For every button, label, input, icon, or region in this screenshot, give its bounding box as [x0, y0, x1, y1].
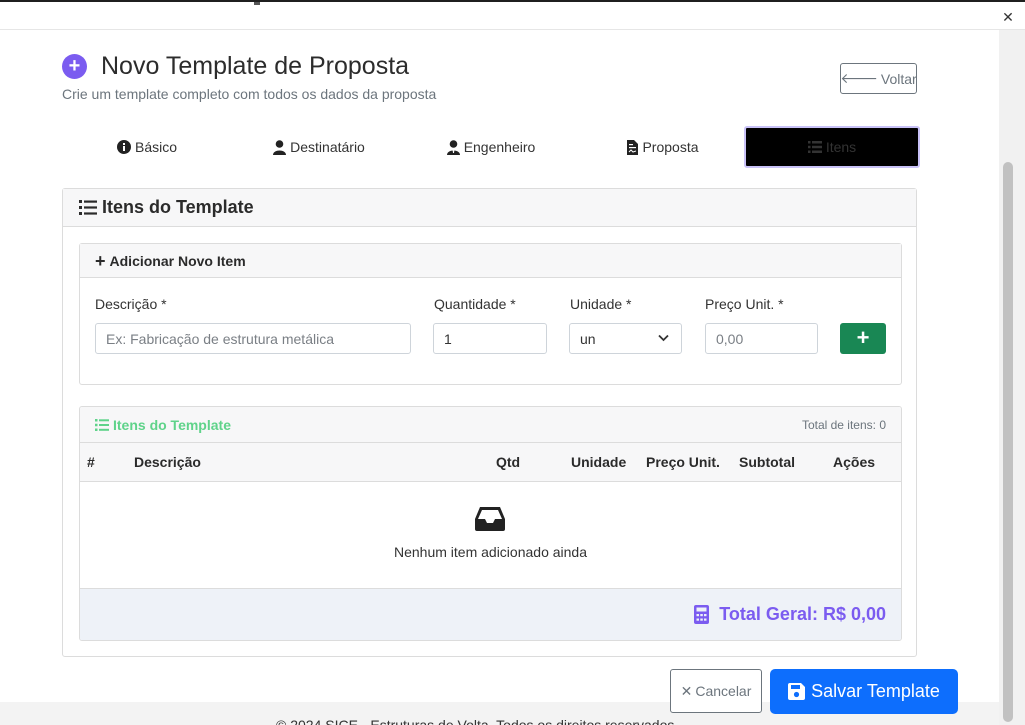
items-panel: Itens do Template + Adicionar Novo Item …: [62, 188, 917, 657]
tab-label: Destinatário: [290, 139, 365, 155]
tab-basico[interactable]: Básico: [62, 126, 232, 168]
tab-label: Proposta: [642, 139, 699, 155]
close-icon: ✕: [680, 682, 693, 699]
description-input[interactable]: Ex: Fabricação de estrutura metálica: [95, 323, 411, 354]
items-table-header: Itens do Template Total de itens: 0: [80, 407, 901, 443]
quantity-label: Quantidade *: [434, 296, 516, 312]
page-title: Novo Template de Proposta: [101, 52, 410, 80]
back-button[interactable]: 🡐 Voltar: [840, 63, 917, 94]
panel-header: Itens do Template: [63, 189, 916, 227]
unit-select-value: un: [580, 330, 596, 347]
list-icon: [807, 141, 822, 153]
tab-engenheiro[interactable]: Engenheiro: [406, 126, 576, 168]
tab-label: Engenheiro: [463, 139, 536, 155]
quantity-input[interactable]: 1: [433, 323, 547, 354]
items-table-title: Itens do Template: [113, 416, 231, 433]
tab-label: Básico: [134, 139, 178, 155]
tab-destinatario[interactable]: Destinatário: [234, 126, 404, 168]
tab-bar: Básico Destinatário Engenheiro Proposta …: [62, 126, 920, 168]
plus-circle-icon: +: [62, 54, 87, 79]
items-table-card: Itens do Template Total de itens: 0 # De…: [79, 406, 902, 641]
empty-state: Nenhum item adicionado ainda: [80, 482, 901, 588]
table-header-row: # Descrição Qtd Unidade Preço Unit. Subt…: [80, 443, 901, 482]
column-header: Unidade: [571, 454, 627, 470]
back-button-label: Voltar: [880, 70, 917, 87]
empty-state-message: Nenhum item adicionado ainda: [393, 544, 587, 560]
cancel-button-label: Cancelar: [695, 683, 752, 699]
tab-label: Itens: [825, 139, 857, 155]
column-header: Ações: [833, 454, 876, 470]
table-footer: Total Geral: R$ 0,00: [80, 588, 901, 640]
grand-total-value: Total Geral: R$ 0,00: [719, 604, 886, 624]
column-header: Qtd: [496, 454, 521, 470]
unit-price-input[interactable]: 0,00: [705, 323, 818, 354]
add-item-title: Adicionar Novo Item: [109, 252, 246, 269]
panel-title: Itens do Template: [102, 197, 254, 217]
grand-total: Total Geral: R$ 0,00: [694, 604, 886, 625]
column-header: Descrição: [134, 454, 201, 470]
list-icon: [95, 418, 109, 431]
list-icon: [79, 200, 97, 215]
column-header: Subtotal: [739, 454, 795, 470]
add-item-button[interactable]: +: [840, 323, 886, 354]
unit-select[interactable]: un: [569, 323, 682, 354]
add-item-card: + Adicionar Novo Item Descrição * Ex: Fa…: [79, 243, 902, 385]
top-bar-marker: [254, 2, 260, 5]
add-item-header: + Adicionar Novo Item: [80, 244, 901, 278]
total-items-count: Total de itens: 0: [801, 418, 886, 432]
unit-price-label: Preço Unit. *: [705, 296, 784, 312]
footer-text: © 2024 SICE - Estruturas de Volta. Todos…: [276, 717, 679, 725]
tab-proposta[interactable]: Proposta: [578, 126, 748, 168]
plus-icon: +: [95, 250, 106, 271]
page-subtitle: Crie um template completo com todos os d…: [62, 86, 437, 102]
user-tie-icon: [446, 139, 460, 155]
tab-itens[interactable]: Itens: [744, 126, 920, 168]
file-contract-icon: [627, 139, 639, 155]
close-icon[interactable]: ✕: [999, 8, 1017, 26]
chevron-down-icon: [658, 334, 669, 342]
calculator-icon: [694, 605, 710, 624]
cancel-button[interactable]: ✕ Cancelar: [670, 669, 762, 713]
user-icon: [273, 139, 287, 155]
description-label: Descrição *: [95, 296, 167, 312]
column-header: Preço Unit.: [646, 454, 720, 470]
scrollbar[interactable]: [999, 30, 1025, 725]
save-button-label: Salvar Template: [811, 681, 940, 701]
arrow-left-icon: 🡐: [840, 70, 878, 86]
save-template-button[interactable]: Salvar Template: [770, 669, 958, 714]
modal-top-bar: ✕: [0, 0, 1025, 30]
scrollbar-thumb[interactable]: [1003, 162, 1013, 722]
column-header: #: [87, 454, 95, 470]
save-icon: [788, 683, 806, 700]
modal-content: + Novo Template de Proposta Crie um temp…: [0, 30, 999, 725]
unit-label: Unidade *: [570, 296, 632, 312]
info-circle-icon: [116, 140, 131, 154]
plus-icon: +: [856, 325, 870, 350]
inbox-icon: [475, 507, 505, 531]
